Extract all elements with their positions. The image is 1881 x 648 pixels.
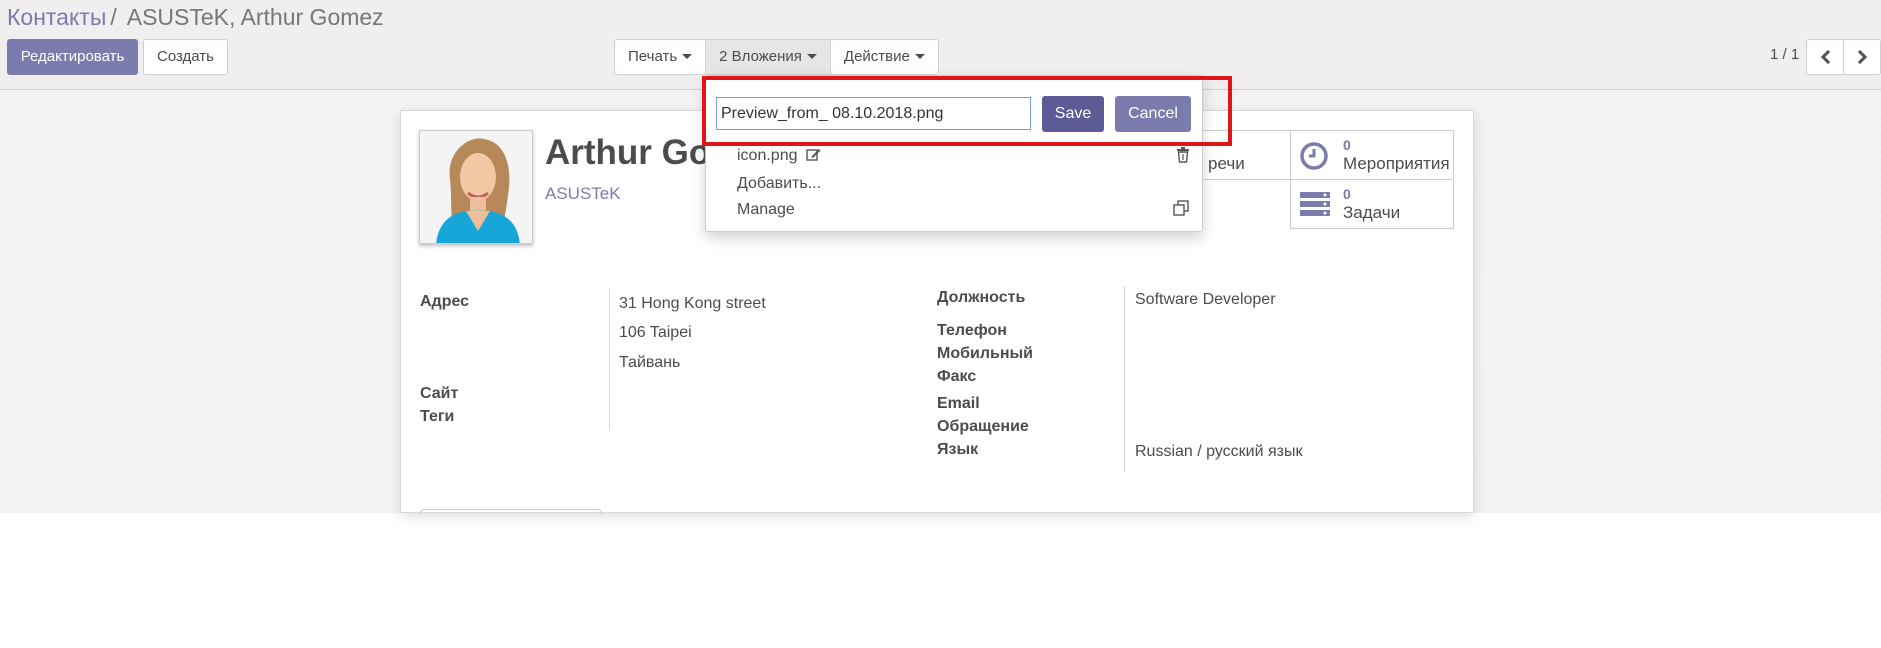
- app-root: Контакты / ASUSTeK, Arthur Gomez Редактиро…: [0, 0, 1881, 648]
- breadcrumb: Контакты / ASUSTeK, Arthur Gomez: [7, 3, 384, 31]
- address-label: Адрес: [420, 293, 470, 310]
- language-label: Язык: [937, 441, 979, 458]
- email-label: Email: [937, 395, 980, 412]
- address-line: 106 Taipei: [619, 324, 692, 341]
- events-count: 0: [1343, 137, 1351, 153]
- avatar-image: [420, 131, 532, 243]
- contact-avatar[interactable]: [419, 130, 533, 244]
- tasks-smart-button[interactable]: 0 Задачи: [1290, 179, 1454, 229]
- copy-icon[interactable]: [1173, 200, 1189, 221]
- notebook-tab[interactable]: [420, 509, 602, 515]
- highlight-box: [702, 76, 1232, 146]
- breadcrumb-parent-link[interactable]: Контакты: [7, 4, 106, 30]
- attachment-item-icon-png[interactable]: icon.png: [737, 147, 821, 166]
- action-dropdown-button[interactable]: Действие: [829, 39, 939, 75]
- events-smart-button[interactable]: 0 Мероприятия: [1290, 130, 1454, 180]
- mobile-label: Мобильный: [937, 345, 1033, 362]
- sidebar-actions: Печать 2 Вложения Действие: [614, 39, 939, 75]
- caret-down-icon: [914, 54, 925, 59]
- caret-down-icon: [682, 54, 693, 59]
- language-value: Russian / русский язык: [1135, 443, 1303, 460]
- address-line: Тайвань: [619, 354, 681, 371]
- field-separator: [1124, 286, 1125, 472]
- field-separator: [609, 288, 610, 430]
- address-line: 31 Hong Kong street: [619, 295, 766, 312]
- chevron-left-icon: [1820, 49, 1836, 65]
- breadcrumb-separator: /: [110, 4, 117, 30]
- website-label: Сайт: [420, 385, 459, 402]
- pager-value[interactable]: 1 / 1: [1770, 46, 1799, 63]
- tasks-label: Задачи: [1343, 203, 1401, 222]
- tasks-count: 0: [1343, 186, 1351, 202]
- create-button[interactable]: Создать: [143, 39, 228, 75]
- events-label: Мероприятия: [1343, 154, 1450, 173]
- attachments-label: 2 Вложения: [719, 48, 802, 65]
- server-icon: [1299, 190, 1331, 225]
- meetings-partial-label: речи: [1208, 154, 1245, 173]
- job-position-label: Должность: [937, 289, 1026, 306]
- attachment-name: icon.png: [737, 147, 798, 164]
- edit-button[interactable]: Редактировать: [7, 39, 138, 75]
- add-attachment-item[interactable]: Добавить...: [737, 175, 821, 193]
- action-label: Действие: [843, 48, 910, 65]
- attachments-dropdown-button[interactable]: 2 Вложения: [705, 39, 831, 75]
- print-label: Печать: [628, 48, 678, 65]
- title-label: Обращение: [937, 418, 1029, 435]
- print-dropdown-button[interactable]: Печать: [614, 39, 707, 75]
- pager-previous-button[interactable]: [1806, 39, 1844, 75]
- phone-label: Телефон: [937, 322, 1007, 339]
- contact-company-link[interactable]: ASUSTeK: [545, 184, 621, 204]
- tags-label: Теги: [420, 408, 455, 425]
- fax-label: Факс: [937, 368, 977, 385]
- edit-icon[interactable]: [806, 147, 821, 166]
- pager-next-button[interactable]: [1843, 39, 1881, 75]
- breadcrumb-current: ASUSTeK, Arthur Gomez: [126, 4, 384, 30]
- job-position-value: Software Developer: [1135, 291, 1276, 308]
- manage-attachments-item[interactable]: Manage: [737, 201, 795, 219]
- trash-icon[interactable]: [1176, 147, 1190, 168]
- chevron-right-icon: [1852, 49, 1868, 65]
- clock-icon: [1299, 141, 1329, 176]
- caret-down-icon: [806, 54, 817, 59]
